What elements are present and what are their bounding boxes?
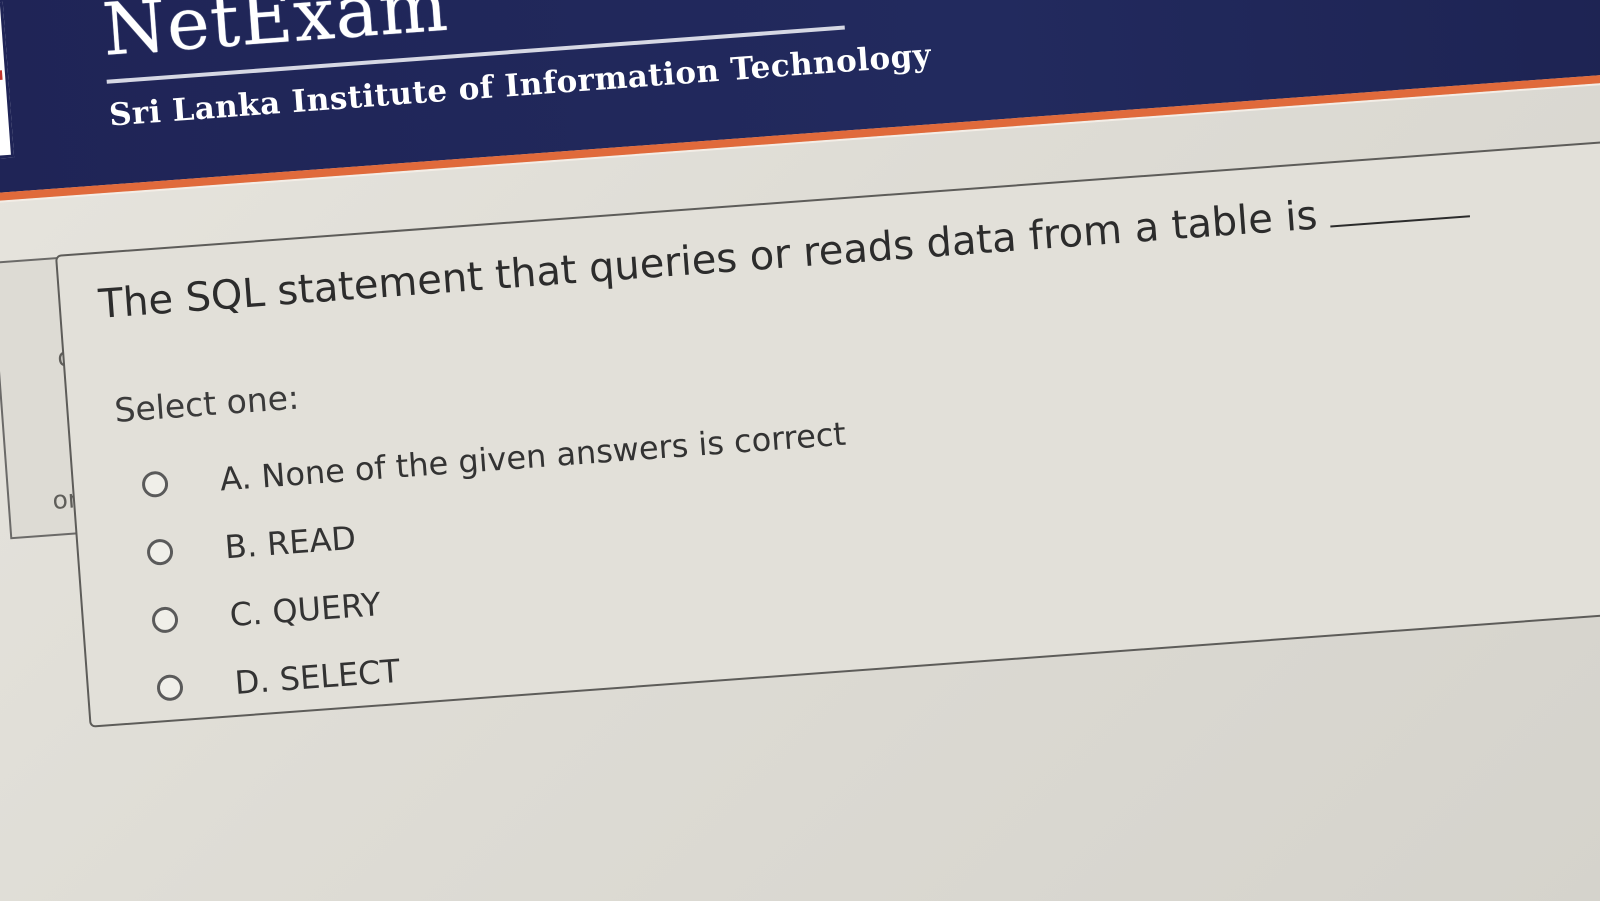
radio-button[interactable] (156, 673, 184, 702)
radio-button[interactable] (141, 470, 169, 499)
option-label[interactable]: C. QUERY (228, 585, 382, 634)
institute-logo: T (0, 1, 15, 162)
answer-options: A. None of the given answers is correct … (140, 400, 864, 723)
select-one-prompt: Select one: (113, 377, 301, 431)
logo-letter: T (0, 60, 7, 124)
radio-button[interactable] (151, 606, 179, 634)
radio-button[interactable] (146, 538, 174, 567)
answer-blank (1330, 215, 1470, 228)
option-label[interactable]: B. READ (223, 519, 357, 567)
option-label[interactable]: D. SELECT (233, 652, 401, 702)
